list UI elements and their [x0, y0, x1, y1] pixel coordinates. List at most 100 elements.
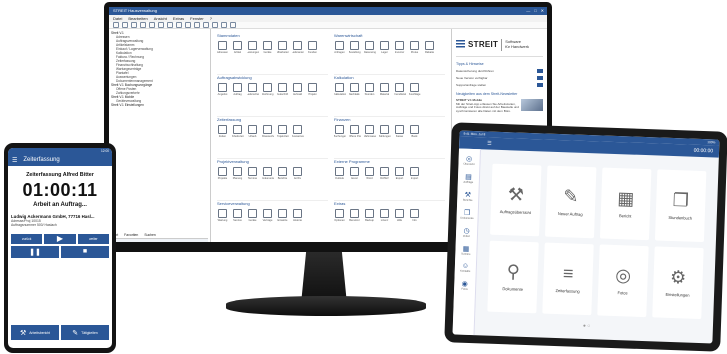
tablet-timer[interactable]: 00:00:00 — [694, 148, 714, 155]
toolbar-icon[interactable] — [158, 22, 164, 28]
module-shortcut[interactable]: Fremdleistung — [394, 83, 406, 96]
module-shortcut[interactable]: Kalkulation — [334, 83, 346, 96]
module-shortcut[interactable]: Export — [394, 167, 405, 180]
toolbar-icon[interactable] — [230, 22, 236, 28]
tip-row[interactable]: Supportanfrage stellen — [456, 83, 543, 87]
module-shortcut[interactable]: Auswertung — [292, 125, 304, 138]
module-shortcut[interactable]: Offene Posten — [349, 125, 361, 138]
toolbar-icon[interactable] — [131, 22, 137, 28]
module-shortcut[interactable]: Mitarbeiter — [277, 41, 289, 54]
tab-search[interactable]: Suchen — [144, 233, 156, 237]
module-shortcut[interactable]: Mahnwesen — [364, 125, 376, 138]
toolbar-icon[interactable] — [185, 22, 191, 28]
module-shortcut[interactable]: Angebot — [217, 83, 228, 96]
module-shortcut[interactable]: Historie — [292, 209, 303, 222]
module-shortcut[interactable]: Auftrag — [232, 83, 243, 96]
toolbar-icon[interactable] — [212, 22, 218, 28]
news-item[interactable]: STREIT V.1 Mobile Mit der Streit-App erf… — [456, 98, 543, 113]
module-shortcut[interactable]: Artikel — [232, 41, 243, 54]
module-shortcut[interactable]: Planung — [232, 167, 243, 180]
close-button[interactable]: ✕ — [541, 7, 544, 15]
module-shortcut[interactable]: Nachkalk. — [349, 83, 360, 96]
rail-item[interactable]: ◷ Zeiten — [463, 227, 471, 238]
module-shortcut[interactable]: Inventur — [394, 41, 405, 54]
module-shortcut[interactable]: Lager — [379, 41, 390, 54]
module-shortcut[interactable]: Lizenz — [379, 209, 390, 222]
module-shortcut[interactable]: Outlook — [334, 167, 345, 180]
toolbar-icon[interactable] — [113, 22, 119, 28]
rail-item[interactable]: ▤ Aufträge — [463, 173, 473, 184]
menu-file[interactable]: Datei — [113, 15, 122, 22]
menu-view[interactable]: Ansicht — [154, 15, 167, 22]
module-shortcut[interactable]: Termine — [247, 167, 258, 180]
module-shortcut[interactable]: Excel — [349, 167, 360, 180]
menu-help[interactable]: ? — [210, 15, 212, 22]
rail-item[interactable]: ▦ Termine — [461, 245, 471, 256]
module-shortcut[interactable]: Projektzeit — [277, 125, 289, 138]
module-shortcut[interactable]: Material — [379, 83, 390, 96]
play-button[interactable]: ▶ — [44, 233, 76, 244]
module-shortcut[interactable]: Bestellung — [349, 41, 361, 54]
module-shortcut[interactable]: Lieferanten — [292, 41, 304, 54]
toolbar-icon[interactable] — [140, 22, 146, 28]
menu-tools[interactable]: Extras — [173, 15, 184, 22]
module-shortcut[interactable]: Lieferschein — [247, 83, 259, 96]
module-shortcut[interactable]: Rechnung — [262, 83, 273, 96]
module-shortcut[interactable]: Kunden — [307, 41, 318, 54]
toolbar-icon[interactable] — [122, 22, 128, 28]
module-shortcut[interactable]: Preise — [409, 41, 420, 54]
module-shortcut[interactable]: Kasse — [394, 125, 405, 138]
module-shortcut[interactable]: Adressen — [217, 41, 228, 54]
module-shortcut[interactable]: Aufmaß — [292, 83, 303, 96]
module-shortcut[interactable]: Abwesenheit — [262, 125, 274, 138]
module-shortcut[interactable]: Archiv — [292, 167, 303, 180]
module-shortcut[interactable]: Geräte — [262, 41, 273, 54]
module-shortcut[interactable]: Verträge — [262, 209, 273, 222]
module-shortcut[interactable]: Import — [409, 167, 420, 180]
app-tile[interactable]: ⚙ Einstellungen — [652, 246, 704, 320]
toolbar-icon[interactable] — [203, 22, 209, 28]
pause-button[interactable]: ❚❚ — [11, 245, 59, 258]
module-shortcut[interactable]: Info — [409, 209, 420, 222]
toolbar-icon[interactable] — [149, 22, 155, 28]
minimize-button[interactable]: — — [526, 7, 530, 15]
next-button[interactable]: weiter — [77, 233, 109, 244]
tip-row[interactable]: Datensicherung durchführen — [456, 69, 543, 73]
work-report-button[interactable]: ⚒ Arbeitsbericht — [11, 325, 59, 340]
menu-edit[interactable]: Bearbeiten — [128, 15, 147, 22]
menu-window[interactable]: Fenster — [190, 15, 204, 22]
module-shortcut[interactable]: Benutzer — [349, 209, 360, 222]
module-shortcut[interactable]: Zuschläge — [409, 83, 420, 96]
module-shortcut[interactable]: Arbeitszeit — [232, 125, 244, 138]
hamburger-icon[interactable]: ☰ — [487, 140, 492, 146]
module-shortcut[interactable]: Word — [364, 167, 375, 180]
module-shortcut[interactable]: Dokumente — [262, 167, 274, 180]
app-tile[interactable]: ❐ Stundenbuch — [654, 169, 707, 243]
toolbar-icon[interactable] — [176, 22, 182, 28]
module-shortcut[interactable]: Geräte — [247, 209, 258, 222]
tab-favorites[interactable]: Favoriten — [124, 233, 138, 237]
rail-item[interactable]: ☺ Kontakte — [460, 263, 471, 273]
module-shortcut[interactable]: Gutschrift — [277, 83, 288, 96]
module-shortcut[interactable]: Rabatte — [424, 41, 435, 54]
stop-button[interactable]: ■ — [61, 245, 109, 258]
app-tile[interactable]: ⚒ Auftragsübersicht — [490, 163, 542, 237]
back-button[interactable]: zurück — [11, 233, 43, 244]
app-tile[interactable]: ≡ Zeiterfassung — [542, 242, 594, 316]
app-tile[interactable]: ▦ Bericht — [599, 167, 652, 241]
module-shortcut[interactable]: Einsätze — [277, 209, 288, 222]
toolbar-icon[interactable] — [167, 22, 173, 28]
module-shortcut[interactable]: Hilfe — [394, 209, 405, 222]
menu-icon[interactable]: ☰ — [12, 157, 17, 164]
rail-item[interactable]: ◉ Fotos — [461, 280, 468, 291]
module-shortcut[interactable]: Leistungen — [247, 41, 259, 54]
activities-button[interactable]: ✎ Tätigkeiten — [61, 325, 109, 340]
rail-item[interactable]: ◎ Übersicht — [463, 155, 474, 166]
module-shortcut[interactable]: DATEV — [379, 167, 390, 180]
module-shortcut[interactable]: Wartung — [217, 209, 228, 222]
toolbar-icon[interactable] — [194, 22, 200, 28]
toolbar-icon[interactable] — [221, 22, 227, 28]
module-shortcut[interactable]: Bank — [409, 125, 420, 138]
module-shortcut[interactable]: Urlaub — [247, 125, 258, 138]
module-shortcut[interactable]: Berichte — [277, 167, 288, 180]
